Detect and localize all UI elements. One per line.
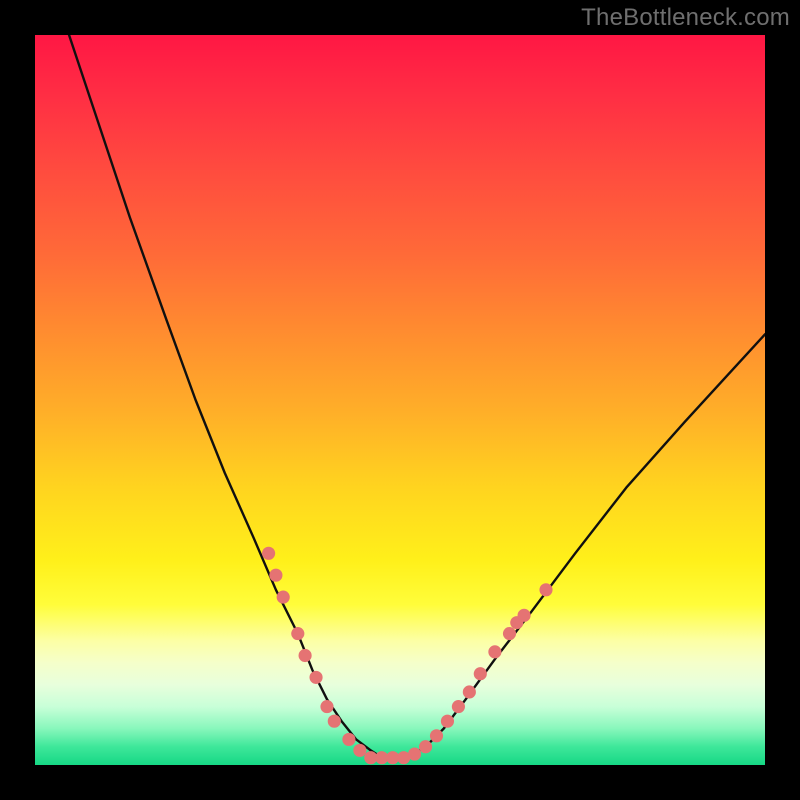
- bottleneck-curve: [57, 35, 765, 761]
- sample-dot: [342, 733, 355, 746]
- sample-dot: [262, 547, 275, 560]
- sample-dot: [452, 700, 465, 713]
- sample-dot: [328, 715, 341, 728]
- sample-dot: [299, 649, 312, 662]
- sample-dot: [503, 627, 516, 640]
- sample-dot: [488, 645, 501, 658]
- sample-dot: [441, 715, 454, 728]
- sample-dot: [269, 569, 282, 582]
- sample-dot: [430, 729, 443, 742]
- sample-dot: [419, 740, 432, 753]
- chart-plot-area: [35, 35, 765, 765]
- sample-dot: [518, 609, 531, 622]
- sample-dots: [262, 547, 553, 765]
- sample-dot: [463, 685, 476, 698]
- sample-dot: [309, 671, 322, 684]
- chart-svg: [35, 35, 765, 765]
- sample-dot: [353, 744, 366, 757]
- sample-dot: [277, 591, 290, 604]
- sample-dot: [474, 667, 487, 680]
- sample-dot: [320, 700, 333, 713]
- sample-dot: [539, 583, 552, 596]
- bottleneck-curve-path: [57, 35, 765, 761]
- sample-dot: [408, 747, 421, 760]
- watermark-text: TheBottleneck.com: [581, 4, 790, 32]
- sample-dot: [291, 627, 304, 640]
